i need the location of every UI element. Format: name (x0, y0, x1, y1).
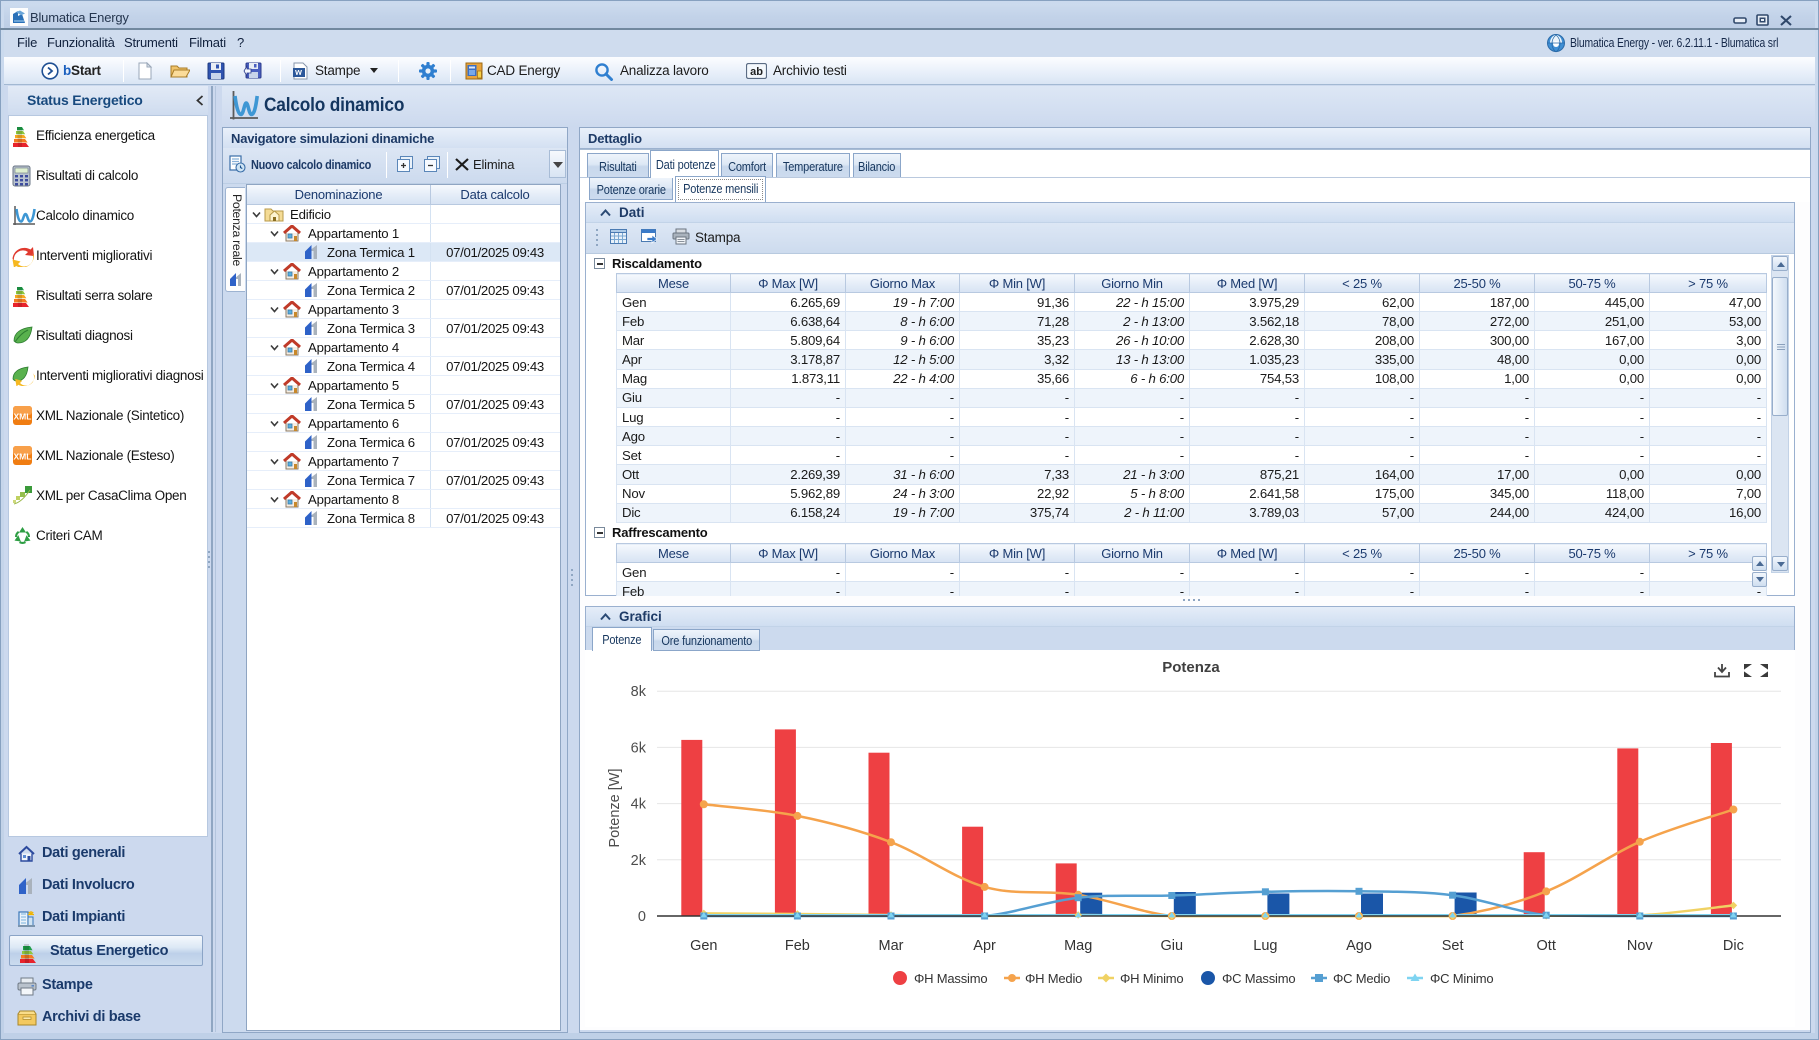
svg-text:Potenza: Potenza (1162, 659, 1220, 676)
svg-text:2k: 2k (631, 853, 647, 869)
svg-text:ΦH Medio: ΦH Medio (1025, 971, 1082, 986)
svg-text:ΦH Massimo: ΦH Massimo (914, 971, 987, 986)
svg-text:0: 0 (638, 909, 646, 925)
svg-text:Nov: Nov (1627, 938, 1654, 954)
svg-text:8k: 8k (631, 684, 647, 700)
svg-text:Mag: Mag (1064, 938, 1092, 954)
svg-text:ΦC Minimo: ΦC Minimo (1430, 971, 1493, 986)
svg-text:6k: 6k (631, 740, 647, 756)
svg-text:Ott: Ott (1537, 938, 1556, 954)
svg-text:Set: Set (1442, 938, 1464, 954)
svg-text:ΦC Medio: ΦC Medio (1333, 971, 1390, 986)
svg-text:ab: ab (750, 66, 763, 78)
svg-text:XML: XML (14, 452, 32, 462)
svg-text:Potenze [W]: Potenze [W] (607, 769, 623, 848)
svg-text:4k: 4k (631, 797, 647, 813)
svg-text:ΦH Minimo: ΦH Minimo (1120, 971, 1183, 986)
svg-text:Lug: Lug (1253, 938, 1277, 954)
svg-text:Mar: Mar (879, 938, 904, 954)
svg-text:ΦC Massimo: ΦC Massimo (1222, 971, 1295, 986)
svg-text:XML: XML (14, 412, 32, 422)
svg-text:Ago: Ago (1346, 938, 1372, 954)
svg-text:Giu: Giu (1161, 938, 1184, 954)
svg-text:Feb: Feb (785, 938, 810, 954)
svg-text:Dic: Dic (1723, 938, 1744, 954)
svg-text:Apr: Apr (973, 938, 996, 954)
svg-text:Gen: Gen (690, 938, 717, 954)
